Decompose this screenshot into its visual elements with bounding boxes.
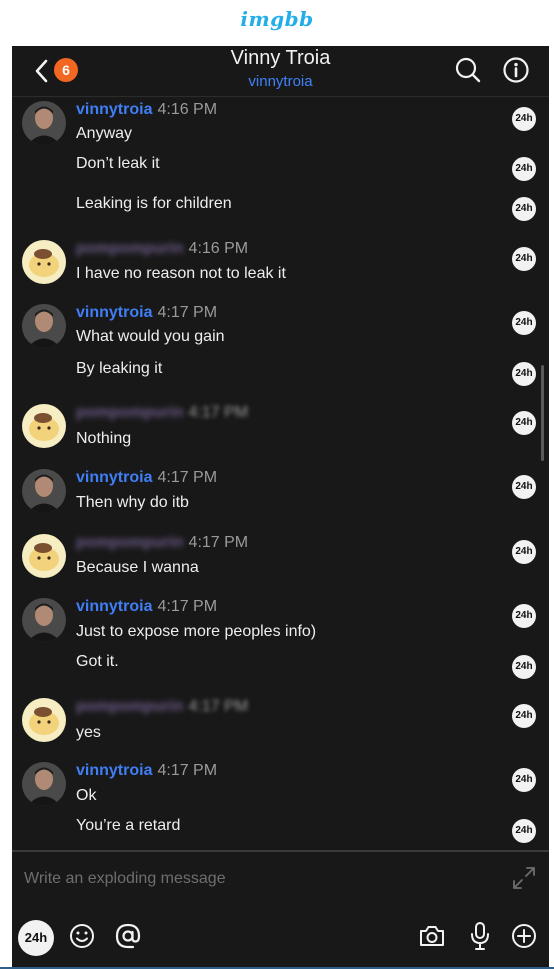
message-time: 4:17 PM bbox=[188, 404, 249, 421]
avatar-vinnytroia[interactable] bbox=[22, 598, 66, 642]
message-text: Ok bbox=[76, 787, 97, 804]
message-text: Anyway bbox=[76, 125, 133, 142]
message-text: Nothing bbox=[76, 430, 132, 447]
message-time: 4:17 PM bbox=[188, 534, 249, 551]
message-time: 4:17 PM bbox=[157, 304, 218, 321]
timer-toggle-button[interactable]: 24h bbox=[18, 920, 54, 956]
message-text: What would you gain bbox=[76, 328, 225, 345]
message-timer[interactable]: 24h bbox=[512, 157, 536, 181]
message-text: Because I wanna bbox=[76, 559, 199, 576]
message-sender: vinnytroia 4:16 PM bbox=[76, 101, 217, 119]
sender-name[interactable]: vinnytroia bbox=[76, 762, 152, 779]
avatar-vinnytroia[interactable] bbox=[22, 762, 66, 806]
emoji-icon[interactable] bbox=[66, 920, 98, 952]
message-timer[interactable]: 24h bbox=[512, 411, 536, 435]
avatar-vinnytroia[interactable] bbox=[22, 101, 66, 145]
message-sender: pompompurin 4:16 PM bbox=[76, 240, 248, 258]
message-timer[interactable]: 24h bbox=[512, 197, 536, 221]
add-icon[interactable] bbox=[508, 920, 540, 952]
message-timer[interactable]: 24h bbox=[512, 655, 536, 679]
message-timer[interactable]: 24h bbox=[512, 768, 536, 792]
message-sender: vinnytroia 4:17 PM bbox=[76, 469, 217, 487]
message-sender: pompompurin 4:17 PM bbox=[76, 534, 248, 552]
message-sender: vinnytroia 4:17 PM bbox=[76, 598, 217, 616]
mention-icon[interactable] bbox=[112, 920, 144, 952]
message-composer: 24h bbox=[12, 850, 549, 968]
info-icon[interactable] bbox=[502, 56, 530, 84]
message-time: 4:17 PM bbox=[188, 698, 249, 715]
message-text: I have no reason not to leak it bbox=[76, 265, 286, 282]
message-timer[interactable]: 24h bbox=[512, 107, 536, 131]
imgbb-banner: imgbb bbox=[0, 0, 554, 46]
avatar-vinnytroia[interactable] bbox=[22, 304, 66, 348]
message-sender: vinnytroia 4:17 PM bbox=[76, 762, 217, 780]
message-text: Don’t leak it bbox=[76, 155, 160, 172]
microphone-icon[interactable] bbox=[464, 920, 496, 952]
message-timer[interactable]: 24h bbox=[512, 819, 536, 843]
imgbb-logo[interactable]: imgbb bbox=[0, 7, 554, 31]
message-list-scrollbar[interactable] bbox=[541, 365, 544, 461]
sender-name[interactable]: vinnytroia bbox=[76, 598, 152, 615]
message-timer[interactable]: 24h bbox=[512, 540, 536, 564]
message-text: Leaking is for children bbox=[76, 195, 232, 212]
avatar-pompompurin[interactable] bbox=[22, 404, 66, 448]
avatar-pompompurin[interactable] bbox=[22, 240, 66, 284]
message-timer[interactable]: 24h bbox=[512, 362, 536, 386]
message-sender: pompompurin 4:17 PM bbox=[76, 404, 248, 422]
message-timer[interactable]: 24h bbox=[512, 475, 536, 499]
exploding-message-input[interactable] bbox=[24, 866, 484, 892]
message-text: By leaking it bbox=[76, 360, 163, 377]
conversation-header: 6 Vinny Troia vinnytroia bbox=[12, 46, 549, 97]
message-text: Then why do itb bbox=[76, 494, 189, 511]
search-icon[interactable] bbox=[454, 56, 482, 84]
sender-name[interactable]: vinnytroia bbox=[76, 101, 152, 118]
message-time: 4:17 PM bbox=[157, 598, 218, 615]
avatar-pompompurin[interactable] bbox=[22, 534, 66, 578]
message-sender: pompompurin 4:17 PM bbox=[76, 698, 248, 716]
message-text: Got it. bbox=[76, 653, 119, 670]
sender-name[interactable]: vinnytroia bbox=[76, 469, 152, 486]
message-time: 4:17 PM bbox=[157, 762, 218, 779]
avatar-pompompurin[interactable] bbox=[22, 698, 66, 742]
message-timer[interactable]: 24h bbox=[512, 604, 536, 628]
message-time: 4:17 PM bbox=[157, 469, 218, 486]
expand-icon[interactable] bbox=[510, 864, 538, 892]
sender-name[interactable]: vinnytroia bbox=[76, 304, 152, 321]
sender-name-redacted[interactable]: pompompurin bbox=[76, 404, 184, 421]
message-text: yes bbox=[76, 724, 101, 741]
camera-icon[interactable] bbox=[416, 920, 448, 952]
message-text: You’re a retard bbox=[76, 817, 181, 834]
avatar-vinnytroia[interactable] bbox=[22, 469, 66, 513]
sender-name-redacted[interactable]: pompompurin bbox=[76, 534, 184, 551]
message-timer[interactable]: 24h bbox=[512, 247, 536, 271]
message-timer[interactable]: 24h bbox=[512, 704, 536, 728]
message-timer[interactable]: 24h bbox=[512, 311, 536, 335]
message-list[interactable]: vinnytroia 4:16 PM Anyway 24h Don’t leak … bbox=[12, 97, 549, 849]
sender-name-redacted[interactable]: pompompurin bbox=[76, 240, 184, 257]
message-sender: vinnytroia 4:17 PM bbox=[76, 304, 217, 322]
message-time: 4:16 PM bbox=[157, 101, 218, 118]
sender-name-redacted[interactable]: pompompurin bbox=[76, 698, 184, 715]
message-time: 4:16 PM bbox=[188, 240, 249, 257]
message-text: Just to expose more peoples info) bbox=[76, 623, 317, 640]
chat-screen: 6 Vinny Troia vinnytroia vinnytroia 4:16 … bbox=[12, 46, 549, 968]
